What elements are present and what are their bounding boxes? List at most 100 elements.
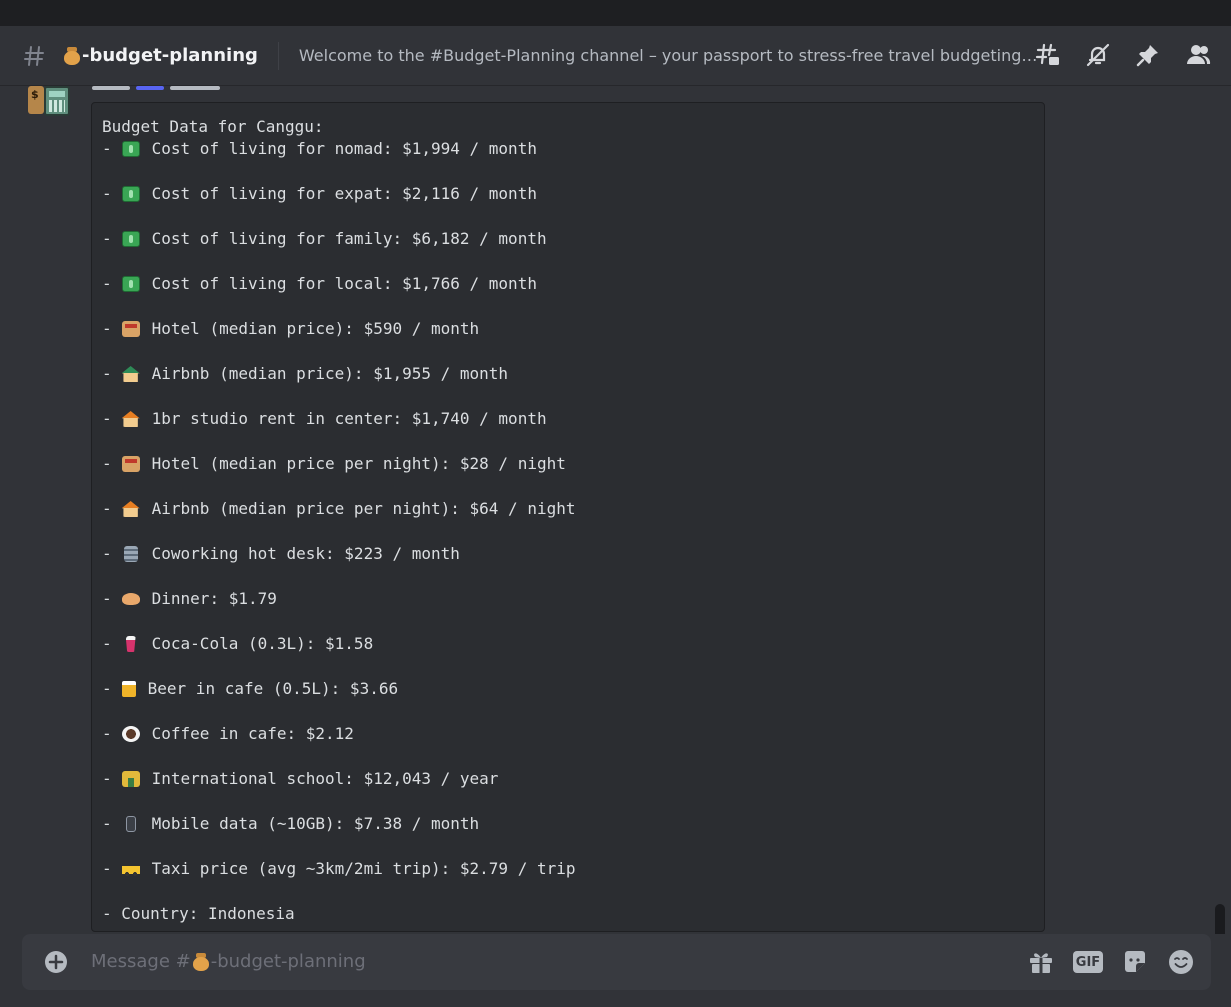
channel-name: -budget-planning	[62, 45, 258, 66]
house-icon	[121, 411, 140, 427]
budget-line-text: Coworking hot desk: $223 / month	[151, 544, 460, 563]
budget-line-text: Taxi price (avg ~3km/2mi trip): $2.79 / …	[151, 859, 576, 878]
soda-cup-icon	[125, 636, 136, 652]
hotel-icon	[121, 456, 140, 472]
channel-topic[interactable]: Welcome to the #Budget-Planning channel …	[299, 46, 1039, 65]
line-spacer	[102, 250, 1034, 273]
dinner-icon	[121, 593, 140, 605]
budget-line-text: Coca-Cola (0.3L): $1.58	[151, 634, 374, 653]
budget-line: - Hotel (median price): $590 / month	[102, 318, 1034, 340]
author-avatar[interactable]: $	[24, 86, 72, 120]
budget-line-text: Cost of living for local: $1,766 / month	[151, 274, 537, 293]
line-spacer	[102, 475, 1034, 498]
budget-line-text: International school: $12,043 / year	[151, 769, 499, 788]
budget-line: - Coca-Cola (0.3L): $1.58	[102, 633, 1034, 655]
mobile-phone-icon	[125, 816, 136, 832]
line-spacer	[102, 295, 1034, 318]
text-channel-icon	[24, 45, 44, 66]
money-stack-icon: $	[28, 86, 44, 114]
budget-line: - Cost of living for nomad: $1,994 / mont…	[102, 138, 1034, 160]
bullet-dash: -	[102, 589, 112, 608]
header-toolbar	[1035, 42, 1211, 68]
budget-line-text: Mobile data (~10GB): $7.38 / month	[151, 814, 480, 833]
bullet-dash: -	[102, 499, 112, 518]
window-titlebar	[0, 0, 1231, 26]
placeholder-prefix: Message #	[91, 951, 191, 972]
hotel-icon	[121, 321, 140, 337]
channel-header: -budget-planning Welcome to the #Budget-…	[0, 26, 1231, 86]
coffee-icon	[121, 726, 140, 742]
sticker-icon[interactable]	[1121, 948, 1149, 976]
money-bag-icon	[192, 952, 209, 971]
bullet-dash: -	[102, 409, 112, 428]
line-spacer	[102, 520, 1034, 543]
line-spacer	[102, 430, 1034, 453]
dollar-banknote-icon	[121, 186, 140, 202]
member-list-icon[interactable]	[1185, 42, 1211, 68]
add-attachment-icon[interactable]	[44, 950, 68, 974]
budget-line-text: Beer in cafe (0.5L): $3.66	[147, 679, 399, 698]
budget-line-text: Airbnb (median price per night): $64 / n…	[151, 499, 576, 518]
line-spacer	[102, 385, 1034, 408]
budget-line: - Airbnb (median price): $1,955 / month	[102, 363, 1034, 385]
budget-line: - Cost of living for family: $6,182 / mon…	[102, 228, 1034, 250]
money-bag-icon	[64, 46, 80, 65]
gif-button[interactable]: GIF	[1073, 951, 1103, 973]
budget-line-text: Cost of living for expat: $2,116 / month	[151, 184, 537, 203]
line-spacer	[102, 880, 1034, 903]
pin-icon[interactable]	[1135, 42, 1161, 68]
scrollbar-thumb[interactable]	[1215, 904, 1225, 934]
placeholder-suffix: -budget-planning	[210, 951, 366, 972]
house-icon	[121, 501, 140, 517]
message-composer[interactable]: Message # -budget-planning GIF	[22, 934, 1211, 990]
threads-icon[interactable]	[1035, 42, 1061, 68]
budget-line-text: Cost of living for family: $6,182 / mont…	[151, 229, 547, 248]
bullet-dash: -	[102, 184, 112, 203]
message-input[interactable]: Message # -budget-planning	[91, 951, 366, 972]
dollar-banknote-icon	[121, 141, 140, 157]
line-spacer	[102, 700, 1034, 723]
bullet-dash: -	[102, 139, 112, 158]
line-spacer	[102, 160, 1034, 183]
budget-line-text: Hotel (median price per night): $28 / ni…	[151, 454, 566, 473]
bullet-dash: -	[102, 274, 112, 293]
line-spacer	[102, 745, 1034, 768]
bullet-dash: -	[102, 319, 112, 338]
bullet-dash: -	[102, 634, 112, 653]
budget-line: - Taxi price (avg ~3km/2mi trip): $2.79 /…	[102, 858, 1034, 880]
bullet-dash: -	[102, 679, 112, 698]
budget-line: - Airbnb (median price per night): $64 / …	[102, 498, 1034, 520]
budget-line: - Cost of living for expat: $2,116 / mont…	[102, 183, 1034, 205]
budget-line-text: Hotel (median price): $590 / month	[151, 319, 480, 338]
emoji-icon[interactable]	[1167, 948, 1195, 976]
gift-icon[interactable]	[1027, 948, 1055, 976]
budget-line: - Cost of living for local: $1,766 / mont…	[102, 273, 1034, 295]
bot-tag	[136, 86, 164, 90]
budget-line: - 1br studio rent in center: $1,740 / mon…	[102, 408, 1034, 430]
budget-line-text: Dinner: $1.79	[151, 589, 277, 608]
budget-line: - International school: $12,043 / year	[102, 768, 1034, 790]
budget-line-text: Cost of living for nomad: $1,994 / month	[151, 139, 537, 158]
budget-line: - Coffee in cafe: $2.12	[102, 723, 1034, 745]
budget-line: - Mobile data (~10GB): $7.38 / month	[102, 813, 1034, 835]
bullet-dash: -	[102, 769, 112, 788]
budget-lines: - Cost of living for nomad: $1,994 / mont…	[102, 138, 1034, 903]
beer-mug-icon	[121, 681, 136, 697]
line-spacer	[102, 340, 1034, 363]
calculator-icon	[44, 86, 70, 116]
bullet-dash: -	[102, 229, 112, 248]
notifications-muted-icon[interactable]	[1085, 42, 1111, 68]
author-line-partial	[92, 86, 252, 90]
code-block-title: Budget Data for Canggu:	[102, 117, 324, 136]
budget-line-text: Coffee in cafe: $2.12	[151, 724, 354, 743]
message-list[interactable]: $ Budget Data for Canggu: - Cost of livin…	[0, 86, 1231, 934]
line-spacer	[102, 610, 1034, 633]
budget-line-text: Airbnb (median price): $1,955 / month	[151, 364, 509, 383]
composer-buttons: GIF	[1027, 948, 1195, 976]
school-icon	[121, 771, 140, 787]
channel-name-text: -budget-planning	[82, 45, 258, 66]
budget-line: - Dinner: $1.79	[102, 588, 1034, 610]
budget-line: - Coworking hot desk: $223 / month	[102, 543, 1034, 565]
taxi-icon	[121, 861, 140, 877]
budget-line: - Hotel (median price per night): $28 / n…	[102, 453, 1034, 475]
